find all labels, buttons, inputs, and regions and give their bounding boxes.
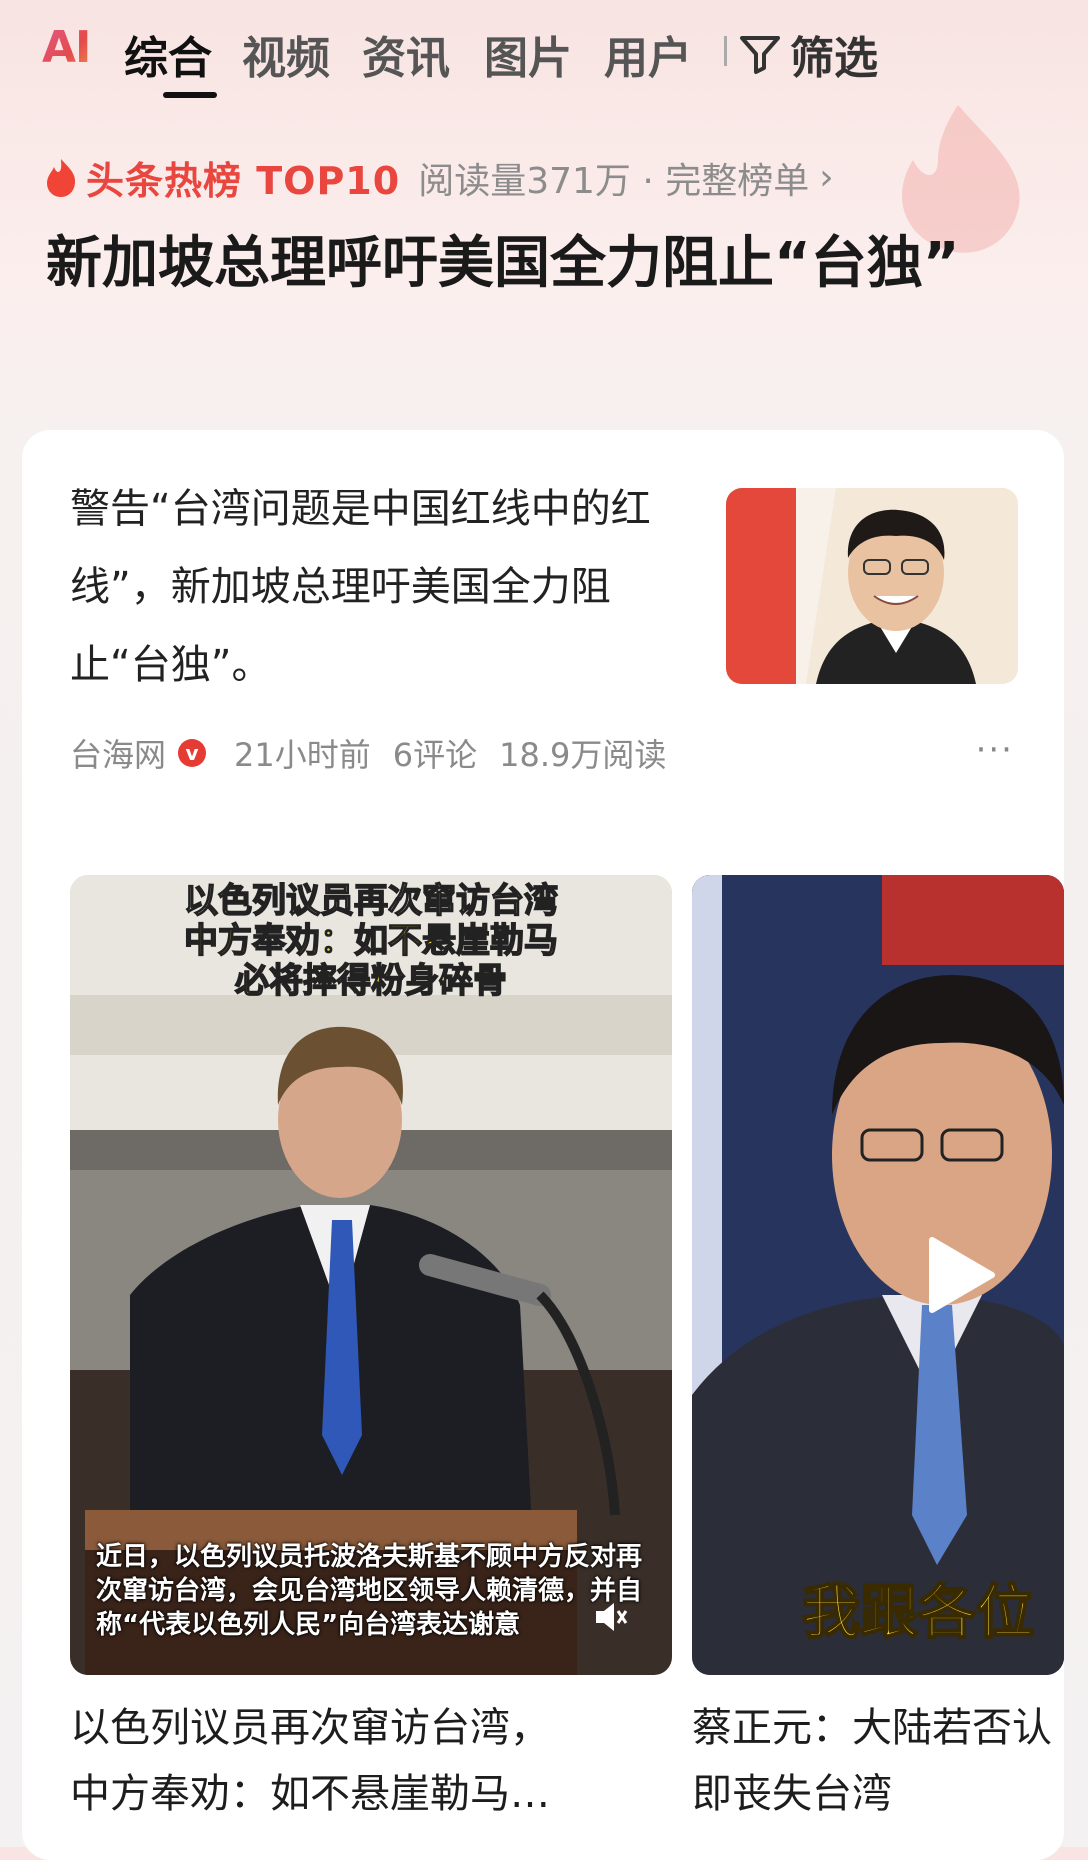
article-thumbnail[interactable] [726, 488, 1018, 684]
hot-headline[interactable]: 新加坡总理呼吁美国全力阻止“台独” [46, 222, 1006, 306]
video-thumbnail-1[interactable]: 以色列议员再次窜访台湾 中方奉劝：如不悬崖勒马 必将摔得粉身碎骨 近日，以色列议… [70, 875, 672, 1675]
video-1-caption-line-1: 以色列议员再次窜访台湾 [183, 880, 559, 922]
more-icon[interactable]: ··· [976, 730, 1014, 770]
filter-icon [740, 36, 780, 74]
video-1-title-line-1: 以色列议员再次窜访台湾， [70, 1705, 550, 1751]
tab-overflow-indicator [724, 36, 727, 66]
play-icon[interactable] [912, 1230, 1002, 1320]
portrait-image [726, 488, 1018, 684]
tab-news[interactable]: 资讯 [362, 22, 450, 86]
article-meta: 台海网 v 21小时前 6评论 18.9万阅读 [70, 730, 688, 776]
hot-list-meta: 阅读量371万 · 完整榜单 [418, 160, 810, 202]
flame-icon [47, 158, 76, 197]
video-thumbnail-2[interactable]: 我跟各位 [692, 875, 1064, 1675]
article-source[interactable]: 台海网 [70, 730, 166, 776]
mute-icon[interactable] [590, 1597, 630, 1637]
video-1-title[interactable]: 以色列议员再次窜访台湾， 中方奉劝：如不悬崖勒马… [70, 1695, 670, 1827]
chevron-right-icon: › [819, 157, 834, 198]
article-comments: 6评论 [392, 736, 478, 774]
top-tab-bar: AI 综合 视频 资讯 图片 用户 筛选 [0, 0, 1088, 110]
video-2-scene [692, 875, 1064, 1675]
hot-list-header[interactable]: 头条热榜 TOP10 阅读量371万 · 完整榜单 › [44, 150, 834, 205]
video-2-title-line-2: 即丧失台湾 [692, 1771, 892, 1817]
verified-icon: v [178, 739, 207, 767]
tab-images[interactable]: 图片 [484, 22, 572, 86]
video-2-overlay-text: 我跟各位 [801, 1577, 1035, 1647]
video-1-title-line-2: 中方奉劝：如不悬崖勒马… [70, 1771, 550, 1817]
video-2-title-line-1: 蔡正元：大陆若否认 [692, 1705, 1052, 1751]
ai-logo[interactable]: AI [42, 22, 91, 73]
tab-users[interactable]: 用户 [604, 22, 692, 86]
article-reads: 18.9万阅读 [499, 736, 667, 774]
article-summary[interactable]: 警告“台湾问题是中国红线中的红线”，新加坡总理吁美国全力阻止“台独”。 [70, 470, 670, 704]
video-1-subtitle: 近日，以色列议员托波洛夫斯基不顾中方反对再次窜访台湾，会见台湾地区领导人赖清德，… [96, 1542, 643, 1640]
video-2-title[interactable]: 蔡正元：大陆若否认 即丧失台湾 [692, 1695, 1064, 1827]
active-tab-indicator [163, 92, 217, 98]
filter-label: 筛选 [790, 33, 878, 84]
tab-video[interactable]: 视频 [242, 22, 330, 86]
filter-button[interactable]: 筛选 [738, 22, 878, 86]
video-1-caption-line-2: 中方奉劝：如不悬崖勒马 [183, 920, 559, 962]
video-1-caption-line-3: 必将摔得粉身碎骨 [234, 960, 508, 1002]
search-result-card: 警告“台湾问题是中国红线中的红线”，新加坡总理吁美国全力阻止“台独”。 台海网 … [22, 430, 1064, 1860]
article-time: 21小时前 [234, 736, 371, 774]
tab-comprehensive[interactable]: 综合 [124, 22, 212, 86]
hot-list-title: 头条热榜 TOP10 [86, 159, 401, 203]
